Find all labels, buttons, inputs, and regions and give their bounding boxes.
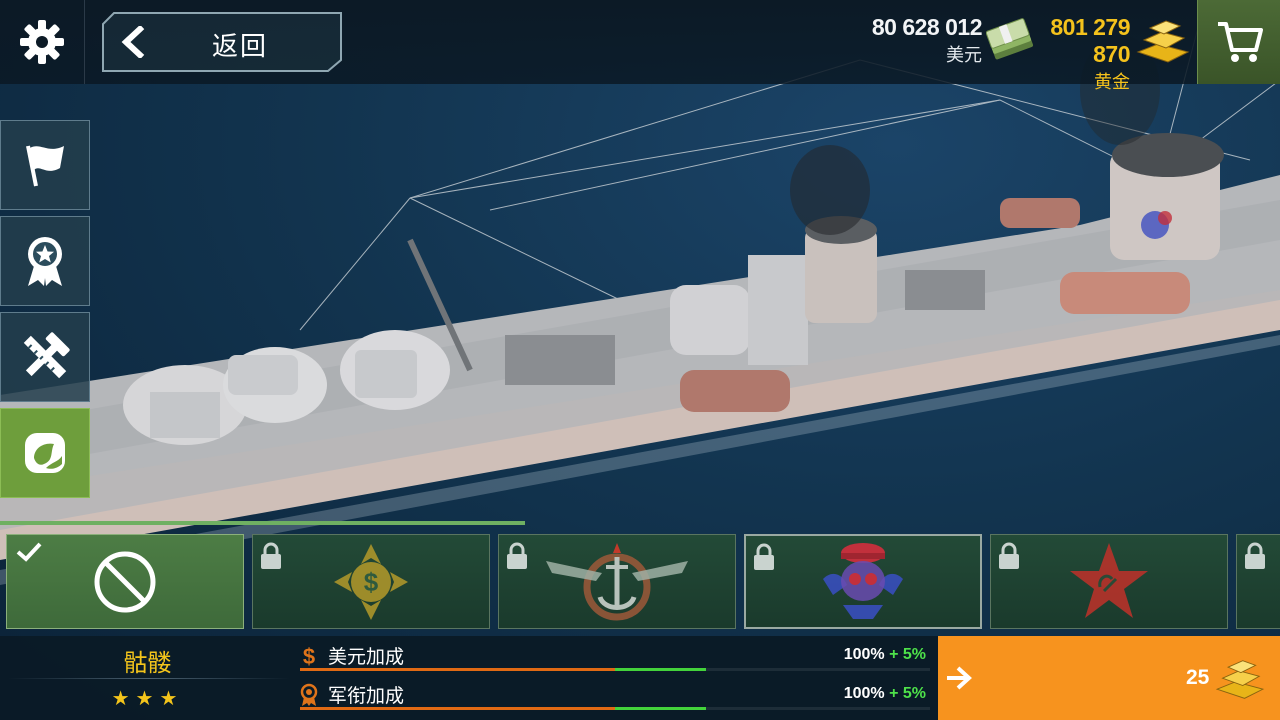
gold-balance: 801 279 870 黄金 xyxy=(1010,14,1130,94)
buy-price: 25 xyxy=(1186,666,1210,689)
skin-rating-stars: ★★★ xyxy=(111,688,184,710)
rank-bonus-plus: + 5% xyxy=(889,685,926,702)
usd-balance: 80 628 012 美元 xyxy=(840,14,983,67)
skin-card-soviet[interactable] xyxy=(990,534,1228,629)
lock-icon xyxy=(754,543,774,570)
usd-bonus-extra-fill xyxy=(615,668,706,671)
rank-bonus-base: 100% xyxy=(843,685,885,702)
flag-icon xyxy=(26,145,64,187)
skin-card-skull[interactable] xyxy=(744,534,982,629)
usd-bonus-base: 100% xyxy=(843,646,885,663)
side-menu-upgrade[interactable] xyxy=(0,312,90,402)
chevron-left-icon xyxy=(121,26,145,58)
svg-text:$: $ xyxy=(364,567,379,597)
usd-amount: 80 628 012 xyxy=(871,14,983,40)
skin-card-next[interactable] xyxy=(1236,534,1280,629)
gear-icon xyxy=(20,20,64,64)
gold-bars-icon xyxy=(1136,20,1190,63)
usd-bonus-label: 美元加成 xyxy=(328,647,405,668)
skin-name: 骷髅 xyxy=(123,650,172,677)
usd-bonus-row: $ 美元加成 100% + 5% xyxy=(300,638,930,676)
rank-bonus-value: 100% + 5% xyxy=(844,685,926,703)
back-label: 返回 xyxy=(212,31,269,61)
side-menu-camouflage[interactable] xyxy=(0,408,90,498)
gold-amount: 801 279 870 xyxy=(1050,14,1130,67)
usd-bonus-base-fill xyxy=(300,668,615,671)
settings-button[interactable] xyxy=(0,0,85,84)
arrow-right-icon xyxy=(947,666,972,690)
lock-icon xyxy=(507,542,527,569)
svg-text:$: $ xyxy=(303,644,315,668)
rank-bonus-base-fill xyxy=(300,707,615,710)
gold-bars-icon xyxy=(1215,660,1265,699)
shop-cart-button[interactable] xyxy=(1197,0,1280,84)
usd-bonus-value: 100% + 5% xyxy=(844,646,926,664)
lock-icon xyxy=(261,542,281,569)
medal-icon xyxy=(28,237,62,286)
buy-skin-button[interactable]: 25 xyxy=(938,636,1280,720)
rank-medal-icon xyxy=(300,683,318,706)
skull-emblem-icon xyxy=(823,542,903,619)
rank-bonus-extra-fill xyxy=(615,707,706,710)
dollar-sign-icon: $ xyxy=(303,644,315,668)
camo-progress-bar xyxy=(0,521,525,525)
side-menu-flag[interactable] xyxy=(0,120,90,210)
lock-icon xyxy=(1245,542,1265,569)
gold-label: 黄金 xyxy=(1094,72,1130,92)
side-menu-medal[interactable] xyxy=(0,216,90,306)
rank-bonus-row: 军衔加成 100% + 5% xyxy=(300,677,930,715)
divider xyxy=(8,678,290,679)
shopping-cart-icon xyxy=(1217,22,1263,62)
dollar-cross-emblem-icon: $ xyxy=(334,543,408,620)
usd-bonus-bar xyxy=(300,668,930,671)
skin-card-list: $ xyxy=(0,531,1280,631)
check-icon xyxy=(16,542,42,562)
no-symbol-icon xyxy=(94,551,156,612)
skin-card-none[interactable] xyxy=(6,534,244,629)
usd-bonus-plus: + 5% xyxy=(889,646,926,663)
usd-label: 美元 xyxy=(946,45,982,65)
skin-card-dollar[interactable]: $ xyxy=(252,534,490,629)
anchor-wings-emblem-icon xyxy=(546,542,688,620)
red-star-emblem-icon xyxy=(1070,542,1148,618)
rank-bonus-bar xyxy=(300,707,930,710)
back-button[interactable]: 返回 xyxy=(102,12,342,72)
camouflage-icon xyxy=(25,433,65,473)
rank-bonus-label: 军衔加成 xyxy=(328,686,405,707)
lock-icon xyxy=(999,542,1019,569)
skin-card-navy[interactable] xyxy=(498,534,736,629)
hammer-ruler-icon xyxy=(23,332,70,379)
